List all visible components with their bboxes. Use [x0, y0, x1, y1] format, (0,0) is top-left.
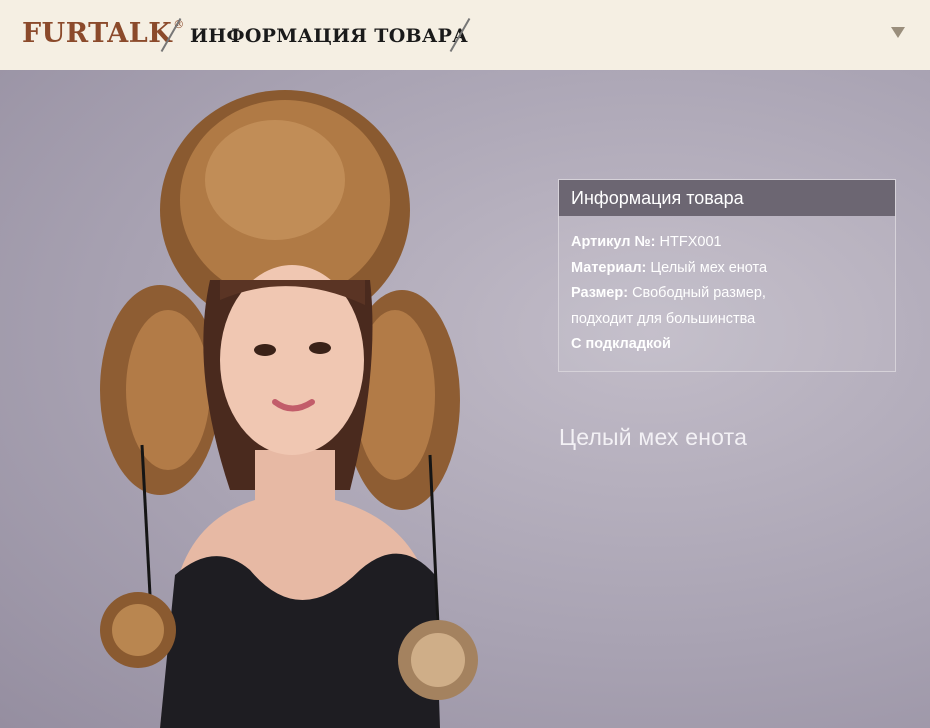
lining-text: С подкладкой	[571, 336, 671, 352]
size-label: Размер:	[571, 285, 629, 301]
article-row: Артикул №: HTFX001	[571, 230, 895, 256]
fur-caption: Целый мех енота	[559, 424, 748, 450]
info-card-body: Артикул №: HTFX001 Материал: Целый мех е…	[559, 216, 895, 358]
size-value: Свободный размер,	[632, 285, 766, 301]
size-row-continued: подходит для большинства	[571, 310, 756, 327]
brand-name: FURTALK	[22, 18, 173, 49]
product-info-page: FURTALK® ИНФОРМАЦИЯ ТОВАРА Информация то…	[0, 0, 930, 728]
article-label: Артикул №:	[571, 234, 656, 250]
model-photo	[100, 90, 478, 728]
product-banner: Информация товара Артикул №: HTFX001 Мат…	[0, 70, 930, 728]
info-card-title: Информация товара	[571, 188, 744, 208]
material-row: Материал: Целый мех енота	[571, 256, 895, 282]
chevron-down-icon[interactable]	[891, 27, 905, 38]
size-row: Размер: Свободный размер,	[571, 281, 895, 307]
material-label: Материал:	[571, 259, 647, 276]
brand-logo: FURTALK®	[22, 18, 185, 49]
lining-row: С подкладкой	[571, 332, 895, 358]
section-title: ИНФОРМАЦИЯ ТОВАРА	[190, 25, 469, 47]
info-card-header: Информация товара	[559, 180, 895, 216]
material-value: Целый мех енота	[650, 259, 768, 276]
section-header: FURTALK® ИНФОРМАЦИЯ ТОВАРА	[0, 0, 930, 70]
article-value: HTFX001	[659, 234, 722, 250]
product-info-card: Информация товара Артикул №: HTFX001 Мат…	[558, 179, 896, 372]
